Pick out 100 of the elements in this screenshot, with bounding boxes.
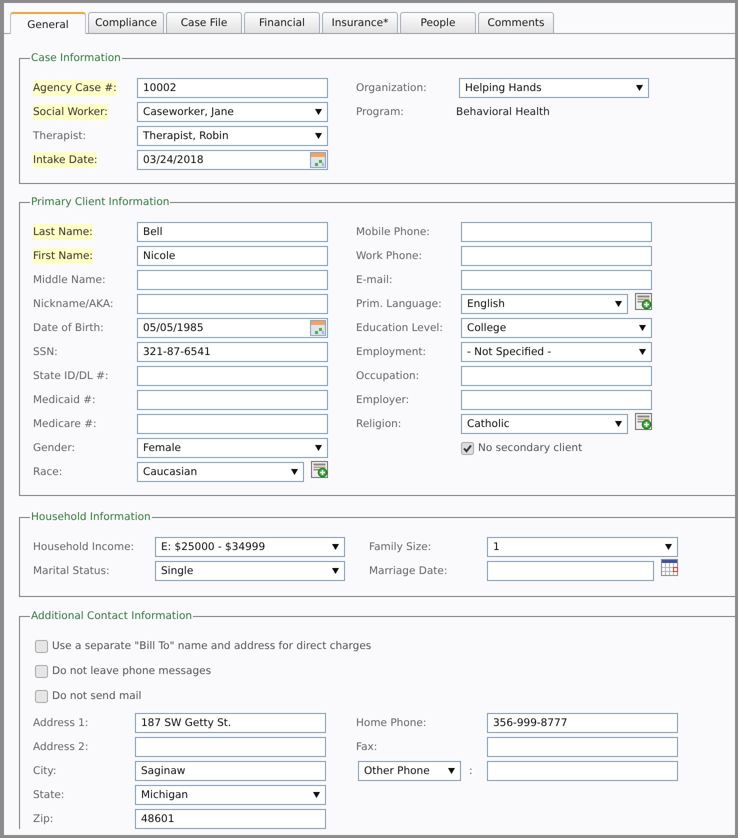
separator-text: : [469,765,473,777]
text-field[interactable]: 356-999-8777 [487,713,678,733]
text-field[interactable]: 187 SW Getty St. [135,713,326,733]
field-label: Medicare #: [33,417,97,432]
dropdown[interactable]: Catholic [461,414,628,434]
tab[interactable]: Comments [478,12,554,33]
caret-icon [315,133,322,139]
section-title: Household Information [30,510,152,524]
calendar-icon[interactable] [661,559,678,576]
text-field[interactable] [137,390,328,410]
dropdown[interactable]: Helping Hands [459,78,649,98]
dropdown[interactable]: English [461,294,628,314]
caret-icon [639,325,646,331]
field-label: Social Worker: [33,104,108,120]
field-label: Work Phone: [356,249,422,264]
checkbox[interactable] [35,664,48,678]
field-label: Home Phone: [356,716,426,731]
text-field[interactable] [137,270,328,290]
field-label: Employer: [356,393,410,408]
field-label: Religion: [356,417,402,432]
tab[interactable]: General [10,12,86,34]
checkbox-label: Do not send mail [52,690,142,702]
dropdown[interactable]: Michigan [135,785,326,805]
checkbox-label: Use a separate "Bill To" name and address for direct charges [52,640,372,652]
tab[interactable]: Insurance* [322,12,398,33]
date-field[interactable] [487,561,654,581]
text-field[interactable] [461,270,652,290]
checkbox[interactable] [35,690,48,702]
checkbox[interactable] [35,640,48,652]
text-field[interactable]: 48601 [135,809,326,829]
field-label: Address 2: [33,740,88,755]
field-label: Medicaid #: [33,393,96,408]
field-label: Middle Name: [33,273,106,288]
text-field[interactable] [461,246,652,266]
field-label: Address 1: [33,716,88,731]
section-title: Additional Contact Information [30,609,194,623]
checkbox[interactable] [461,442,474,454]
list-add-icon[interactable] [311,461,328,478]
caret-icon [665,544,672,550]
caret-icon [315,109,322,115]
field-label: Marital Status: [33,564,110,579]
field-label: E-mail: [356,273,392,288]
section-title: Case Information [30,51,122,65]
caret-icon [315,445,322,451]
text-field[interactable] [487,737,678,757]
dropdown[interactable]: Other Phone [358,761,461,781]
text-field[interactable] [487,761,678,781]
text-field[interactable] [137,414,328,434]
field-label: Zip: [33,812,54,827]
tab[interactable]: People [400,12,476,33]
text-field[interactable]: Nicole [137,246,328,266]
text-field[interactable]: Saginaw [135,761,326,781]
field-label: Agency Case #: [33,80,117,96]
text-field[interactable] [461,390,652,410]
field-label: Last Name: [33,224,93,240]
checkbox-label: No secondary client [478,442,582,454]
dropdown[interactable]: - Not Specified - [461,342,652,362]
dropdown[interactable]: College [461,318,652,338]
caret-icon [313,792,320,798]
caret-icon [615,421,622,427]
dropdown[interactable]: Caucasian [137,462,304,482]
date-field[interactable]: 05/05/1985 [137,318,328,338]
tab[interactable]: Financial [244,12,320,33]
list-add-icon[interactable] [635,293,652,310]
field-label: Date of Birth: [33,321,104,336]
tab[interactable]: Compliance [88,12,164,33]
dropdown[interactable]: Single [155,561,345,581]
text-field[interactable] [135,737,326,757]
dropdown[interactable]: Female [137,438,328,458]
field-label: Employment: [356,345,426,360]
section-title: Primary Client Information [30,195,170,209]
checkbox-label: Do not leave phone messages [52,665,212,677]
text-field[interactable]: Bell [137,222,328,242]
field-label: City: [33,764,56,779]
caret-icon [332,568,339,574]
caret-icon [448,768,455,774]
dropdown[interactable]: 1 [487,537,678,557]
field-label: SSN: [33,345,58,360]
caret-icon [615,301,622,307]
field-label: Intake Date: [33,152,98,168]
field-label: State ID/DL #: [33,369,108,384]
field-label: Household Income: [33,540,134,555]
text-field[interactable]: 10002 [137,78,328,98]
dropdown[interactable]: Caseworker, Jane [137,102,328,122]
text-field[interactable] [461,222,652,242]
list-add-icon[interactable] [635,413,652,430]
field-value: Behavioral Health [456,106,551,118]
caret-icon [291,469,298,475]
date-field[interactable]: 03/24/2018 [137,150,328,170]
text-field[interactable] [137,366,328,386]
tab[interactable]: Case File [166,12,242,33]
text-field[interactable] [461,366,652,386]
dropdown[interactable]: Therapist, Robin [137,126,328,146]
field-label: First Name: [33,248,93,264]
field-label: Nickname/AKA: [33,297,114,312]
field-label: Program: [356,105,404,120]
dropdown[interactable]: E: $25000 - $34999 [155,537,345,557]
field-label: Family Size: [369,540,432,555]
text-field[interactable] [137,294,328,314]
text-field[interactable]: 321-87-6541 [137,342,328,362]
